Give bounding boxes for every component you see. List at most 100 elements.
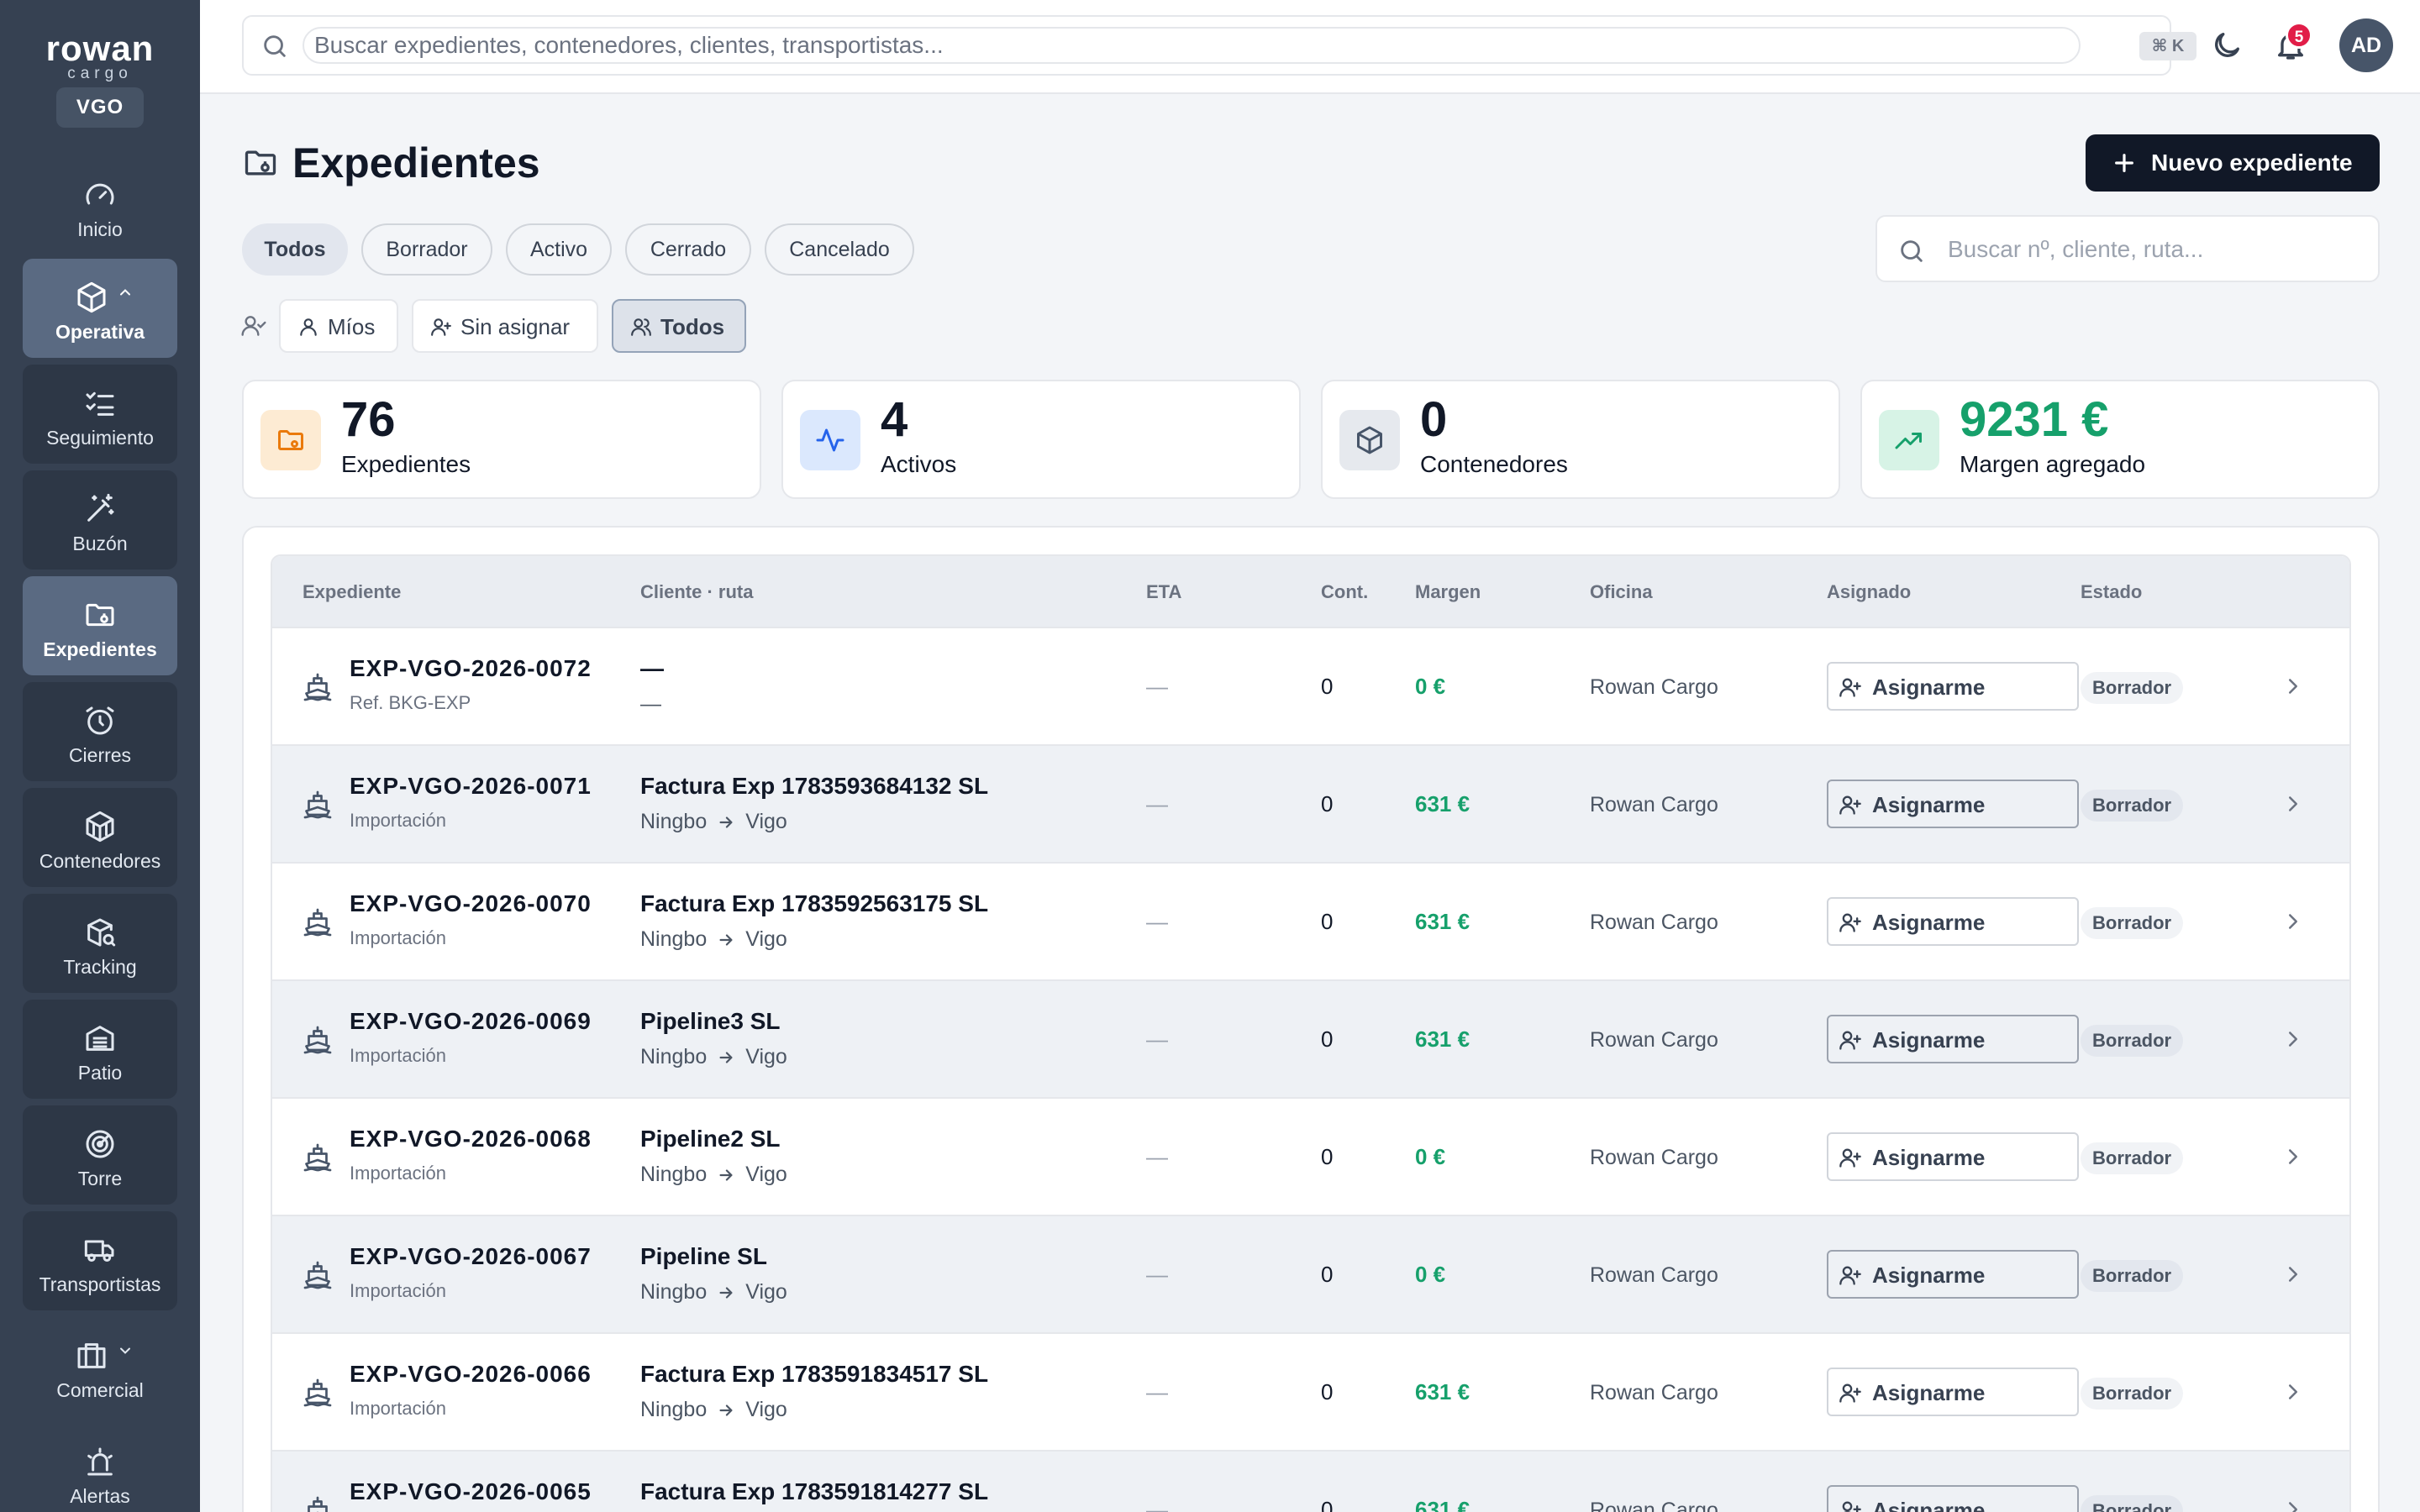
column-header-margen[interactable]: Margen — [1415, 581, 1481, 603]
route: Ningbo Vigo — [640, 1280, 787, 1304]
sidebar-item-alertas[interactable]: Alertas — [23, 1423, 177, 1512]
chevron-right-icon[interactable] — [2281, 1379, 2306, 1404]
expediente-code[interactable]: EXP-VGO-2026-0071 — [350, 773, 592, 800]
client-name: — — [640, 655, 664, 681]
sidebar-item-label: Comercial — [56, 1379, 144, 1401]
office-name: Rowan Cargo — [1590, 1263, 1718, 1287]
column-header-cont[interactable]: Cont. — [1321, 581, 1368, 603]
sidebar-item-contenedores[interactable]: Contenedores — [23, 788, 177, 887]
assign-me-button[interactable]: Asignarme — [1827, 1368, 2079, 1416]
assignment-filter-todos[interactable]: Todos — [612, 299, 746, 353]
expediente-code[interactable]: EXP-VGO-2026-0067 — [350, 1243, 592, 1270]
table-header: Expediente Cliente · ruta ETA Cont. Marg… — [272, 556, 2349, 628]
expediente-code[interactable]: EXP-VGO-2026-0069 — [350, 1008, 592, 1035]
sidebar-item-expedientes[interactable]: Expedientes — [23, 576, 177, 675]
expediente-code[interactable]: EXP-VGO-2026-0072 — [350, 655, 592, 682]
expedientes-table: Expediente Cliente · ruta ETA Cont. Marg… — [271, 554, 2351, 1512]
arrow-right-icon — [719, 816, 733, 828]
column-header-estado[interactable]: Estado — [2081, 581, 2142, 603]
eta-value: — — [1146, 1026, 1168, 1052]
chevron-down-icon — [120, 1347, 130, 1354]
assign-me-button[interactable]: Asignarme — [1827, 1015, 2079, 1063]
status-filter-borrador[interactable]: Borrador — [361, 223, 492, 276]
route-destination: Vigo — [745, 927, 787, 951]
column-header-oficina[interactable]: Oficina — [1590, 581, 1653, 603]
sidebar-item-cierres[interactable]: Cierres — [23, 682, 177, 781]
avatar[interactable]: AD — [2339, 18, 2393, 72]
shortcut-hint: ⌘ K — [2139, 32, 2196, 60]
global-search[interactable]: ⌘ K — [242, 15, 2196, 76]
expediente-code[interactable]: EXP-VGO-2026-0070 — [350, 890, 592, 917]
column-header-expediente[interactable]: Expediente — [302, 581, 401, 603]
chevron-right-icon[interactable] — [2281, 909, 2306, 934]
list-search-input[interactable] — [1948, 232, 2360, 267]
sidebar-item-operativa[interactable]: Operativa — [23, 259, 177, 358]
sidebar-item-patio[interactable]: Patio — [23, 1000, 177, 1099]
column-header-cliente-ruta[interactable]: Cliente · ruta — [640, 581, 753, 603]
office-badge[interactable]: VGO — [56, 87, 144, 128]
column-header-asignado[interactable]: Asignado — [1827, 581, 1911, 603]
expediente-code[interactable]: EXP-VGO-2026-0068 — [350, 1126, 592, 1152]
client-name: Pipeline2 SL — [640, 1126, 781, 1152]
table-row[interactable]: EXP-VGO-2026-0070 Importación Factura Exp … — [272, 864, 2349, 981]
sidebar-item-torre[interactable]: Torre — [23, 1105, 177, 1205]
sidebar-item-inicio[interactable]: Inicio — [23, 156, 177, 255]
stat-value: 76 — [341, 392, 396, 447]
table-row[interactable]: EXP-VGO-2026-0069 Importación Pipeline3 SL… — [272, 981, 2349, 1099]
status-filter-cerrado[interactable]: Cerrado — [625, 223, 751, 276]
stat-label: Margen agregado — [1960, 451, 2146, 477]
chevron-right-icon[interactable] — [2281, 1262, 2306, 1287]
office-name: Rowan Cargo — [1590, 793, 1718, 816]
sidebar-item-label: Cierres — [68, 744, 132, 766]
table-row[interactable]: EXP-VGO-2026-0071 Importación Factura Exp … — [272, 746, 2349, 864]
table-row[interactable]: EXP-VGO-2026-0067 Importación Pipeline SL N… — [272, 1216, 2349, 1334]
chevron-right-icon[interactable] — [2281, 674, 2306, 699]
assign-me-label: Asignarme — [1872, 792, 1986, 817]
stat-value: 0 — [1420, 392, 1448, 447]
sidebar-item-tracking[interactable]: Tracking — [23, 894, 177, 993]
chevron-right-icon[interactable] — [2281, 1497, 2306, 1512]
assign-me-button[interactable]: Asignarme — [1827, 897, 2079, 946]
assign-me-button[interactable]: Asignarme — [1827, 662, 2079, 711]
expediente-type: Importación — [350, 1398, 446, 1419]
search-icon — [1901, 240, 1923, 262]
global-search-input[interactable] — [302, 27, 2081, 64]
warehouse-icon — [86, 1026, 114, 1051]
assign-me-label: Asignarme — [1872, 1380, 1986, 1405]
margin-value: 631 € — [1415, 1497, 1470, 1512]
assignment-filter-mios[interactable]: Míos — [279, 299, 398, 353]
expediente-code[interactable]: EXP-VGO-2026-0065 — [350, 1478, 592, 1505]
assign-me-button[interactable]: Asignarme — [1827, 1485, 2079, 1512]
sidebar-item-seguimiento[interactable]: Seguimiento — [23, 365, 177, 464]
column-header-eta[interactable]: ETA — [1146, 581, 1181, 603]
assign-me-button[interactable]: Asignarme — [1827, 1132, 2079, 1181]
table-row[interactable]: EXP-VGO-2026-0066 Importación Factura Exp … — [272, 1334, 2349, 1452]
table-row[interactable]: EXP-VGO-2026-0065ImportaciónFactura Exp … — [272, 1452, 2349, 1512]
status-filter-cancelado[interactable]: Cancelado — [765, 223, 914, 276]
status-filter-todos[interactable]: Todos — [242, 223, 348, 276]
sidebar-item-comercial[interactable]: Comercial — [23, 1317, 177, 1416]
eta-value: — — [1146, 1379, 1168, 1404]
assignment-filter-sin-asignar[interactable]: Sin asignar — [412, 299, 598, 353]
sidebar-item-transportistas[interactable]: Transportistas — [23, 1211, 177, 1310]
container-count: 0 — [1321, 1144, 1334, 1169]
assign-me-button[interactable]: Asignarme — [1827, 1250, 2079, 1299]
expediente-code[interactable]: EXP-VGO-2026-0066 — [350, 1361, 592, 1388]
status-filter-activo[interactable]: Activo — [506, 223, 612, 276]
assign-me-button[interactable]: Asignarme — [1827, 780, 2079, 828]
chevron-right-icon[interactable] — [2281, 1144, 2306, 1169]
client-name: Pipeline3 SL — [640, 1008, 781, 1034]
sidebar-item-buzon[interactable]: Buzón — [23, 470, 177, 570]
brand-logo[interactable]: rowan cargo — [0, 31, 200, 82]
status-badge: Borrador — [2081, 1025, 2184, 1057]
new-expediente-button[interactable]: Nuevo expediente — [2086, 134, 2380, 192]
client-name: Factura Exp 1783591814277 SL — [640, 1478, 989, 1504]
list-search[interactable] — [1876, 215, 2380, 282]
user-plus-icon — [1839, 1031, 1861, 1050]
table-row[interactable]: EXP-VGO-2026-0068 Importación Pipeline2 SL… — [272, 1099, 2349, 1216]
status-badge: Borrador — [2081, 1142, 2184, 1174]
chevron-right-icon[interactable] — [2281, 1026, 2306, 1052]
moon-icon[interactable] — [2210, 29, 2244, 62]
chevron-right-icon[interactable] — [2281, 791, 2306, 816]
table-row[interactable]: EXP-VGO-2026-0072 Ref. BKG-EXP — — — 0 0 € Rowa… — [272, 628, 2349, 746]
